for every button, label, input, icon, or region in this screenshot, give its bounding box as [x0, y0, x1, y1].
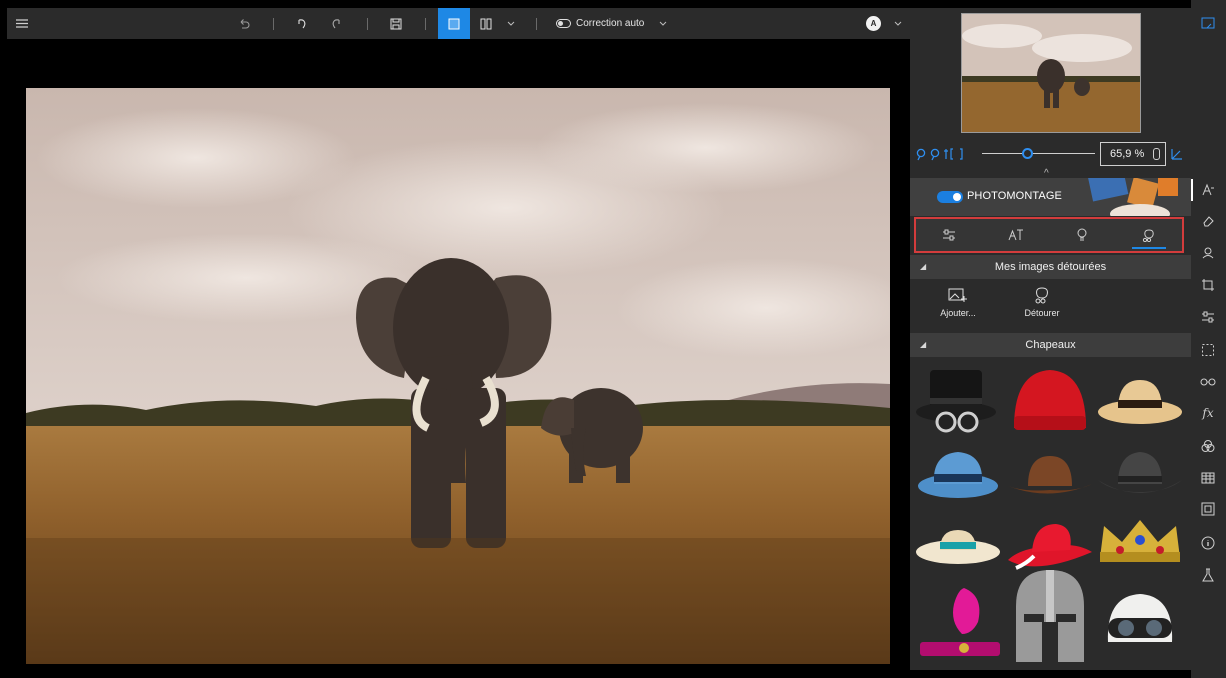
text-tab[interactable] — [983, 219, 1050, 251]
right-tool-rail: fx — [1191, 0, 1226, 678]
rail-active-indicator — [1191, 179, 1193, 201]
single-view-icon[interactable] — [438, 8, 470, 39]
grey-cowboy-hat[interactable] — [1096, 440, 1184, 510]
photomontage-tabs — [914, 217, 1184, 253]
chevron-down-icon[interactable] — [659, 21, 667, 26]
red-beanie[interactable] — [1006, 366, 1094, 436]
toolbar-divider — [273, 18, 274, 30]
cutouts-section-header[interactable]: ◢ Mes images détourées — [910, 255, 1191, 279]
photomontage-label: PHOTOMONTAGE — [967, 190, 1062, 202]
text-icon — [1008, 229, 1023, 241]
lab-icon[interactable] — [1199, 566, 1217, 584]
fit-to-screen-icon[interactable] — [1170, 147, 1184, 161]
navigator-thumbnail[interactable] — [961, 13, 1141, 133]
side-panel: 65,9 % ^ PHOTOMONTAGE ◢ Mes images détou… — [910, 8, 1191, 670]
zoom-spinner-icon[interactable] — [1153, 148, 1160, 160]
collapse-triangle-icon: ◢ — [920, 340, 927, 349]
auto-correction-label: Correction auto — [576, 18, 645, 29]
redo-icon[interactable] — [327, 8, 345, 39]
hats-section-title: Chapeaux — [1025, 339, 1076, 351]
chevron-down-icon[interactable] — [504, 8, 518, 39]
crop-icon[interactable] — [1199, 276, 1217, 294]
canvas-area[interactable] — [7, 39, 910, 670]
aviator-helmet[interactable] — [1096, 586, 1184, 662]
undo-all-icon[interactable] — [235, 8, 253, 39]
zoom-value-field[interactable]: 65,9 % — [1100, 142, 1166, 166]
save-icon[interactable] — [387, 8, 405, 39]
auto-correction-toggle[interactable]: Correction auto — [556, 8, 667, 39]
texture-icon[interactable] — [1199, 469, 1217, 487]
blue-fedora[interactable] — [914, 440, 1002, 510]
zoom-bar: 65,9 % — [910, 142, 1191, 166]
zoom-value: 65,9 % — [1110, 148, 1145, 160]
sliders-icon — [943, 229, 956, 241]
add-cutout-label: Ajouter... — [940, 308, 976, 318]
shapes-tab[interactable] — [1049, 219, 1116, 251]
knight-helmet[interactable] — [1006, 566, 1094, 670]
hats-grid — [910, 360, 1191, 670]
zoom-slider-track[interactable] — [982, 153, 1095, 154]
top-hat-glasses[interactable] — [914, 366, 1002, 436]
cutout-scissors-icon — [1035, 287, 1048, 304]
chevron-down-icon[interactable] — [892, 8, 904, 39]
collapse-triangle-icon: ◢ — [920, 262, 927, 271]
detour-button[interactable]: Détourer — [1012, 286, 1072, 318]
photomontage-toggle[interactable] — [937, 191, 963, 203]
account-avatar[interactable]: A — [866, 16, 881, 31]
compare-view-icon[interactable] — [477, 8, 495, 39]
menu-icon[interactable] — [11, 8, 33, 39]
eraser-icon[interactable] — [1199, 212, 1217, 230]
photomontage-banner: PHOTOMONTAGE — [910, 178, 1191, 216]
toggle-icon — [556, 19, 571, 28]
undo-icon[interactable] — [293, 8, 311, 39]
glasses-icon[interactable] — [1199, 373, 1217, 391]
photomontage-icon[interactable] — [1199, 181, 1217, 199]
top-toolbar: Correction auto A — [7, 8, 910, 39]
banner-illustration — [1087, 178, 1178, 216]
elephant-photo[interactable] — [26, 88, 890, 664]
adjust-tab[interactable] — [916, 219, 983, 251]
pink-feather-headband[interactable] — [914, 582, 1002, 668]
portrait-icon[interactable] — [1199, 243, 1217, 261]
gold-crown[interactable] — [1096, 512, 1184, 582]
toolbar-divider — [536, 18, 537, 30]
cutout-tab[interactable] — [1116, 219, 1183, 251]
info-icon[interactable] — [1199, 534, 1217, 552]
zoom-tools-icons[interactable] — [916, 147, 986, 161]
toolbar-divider — [425, 18, 426, 30]
add-cutout-button[interactable]: Ajouter... — [928, 286, 988, 318]
frame-icon[interactable] — [1199, 500, 1217, 518]
brown-cowboy-hat[interactable] — [1006, 440, 1094, 510]
adjust-icon[interactable] — [1199, 308, 1217, 326]
cutout-icon — [1142, 229, 1154, 242]
straw-hat[interactable] — [1096, 366, 1184, 436]
bulb-icon — [1077, 228, 1087, 241]
boater-hat[interactable] — [914, 512, 1002, 582]
detour-label: Détourer — [1024, 308, 1060, 318]
zoom-slider-thumb[interactable] — [1022, 148, 1033, 159]
cutouts-section-title: Mes images détourées — [994, 261, 1107, 273]
photo-editor-app: Correction auto A 65,9 % ^ PHOTOMONTAGE … — [0, 0, 1226, 678]
color-icon[interactable] — [1199, 437, 1217, 455]
panel-toggle-icon[interactable] — [1199, 14, 1217, 32]
fx-icon[interactable]: fx — [1199, 404, 1217, 422]
add-image-icon — [948, 288, 967, 302]
selection-icon[interactable] — [1199, 341, 1217, 359]
toolbar-divider — [367, 18, 368, 30]
hats-section-header[interactable]: ◢ Chapeaux — [910, 333, 1191, 357]
